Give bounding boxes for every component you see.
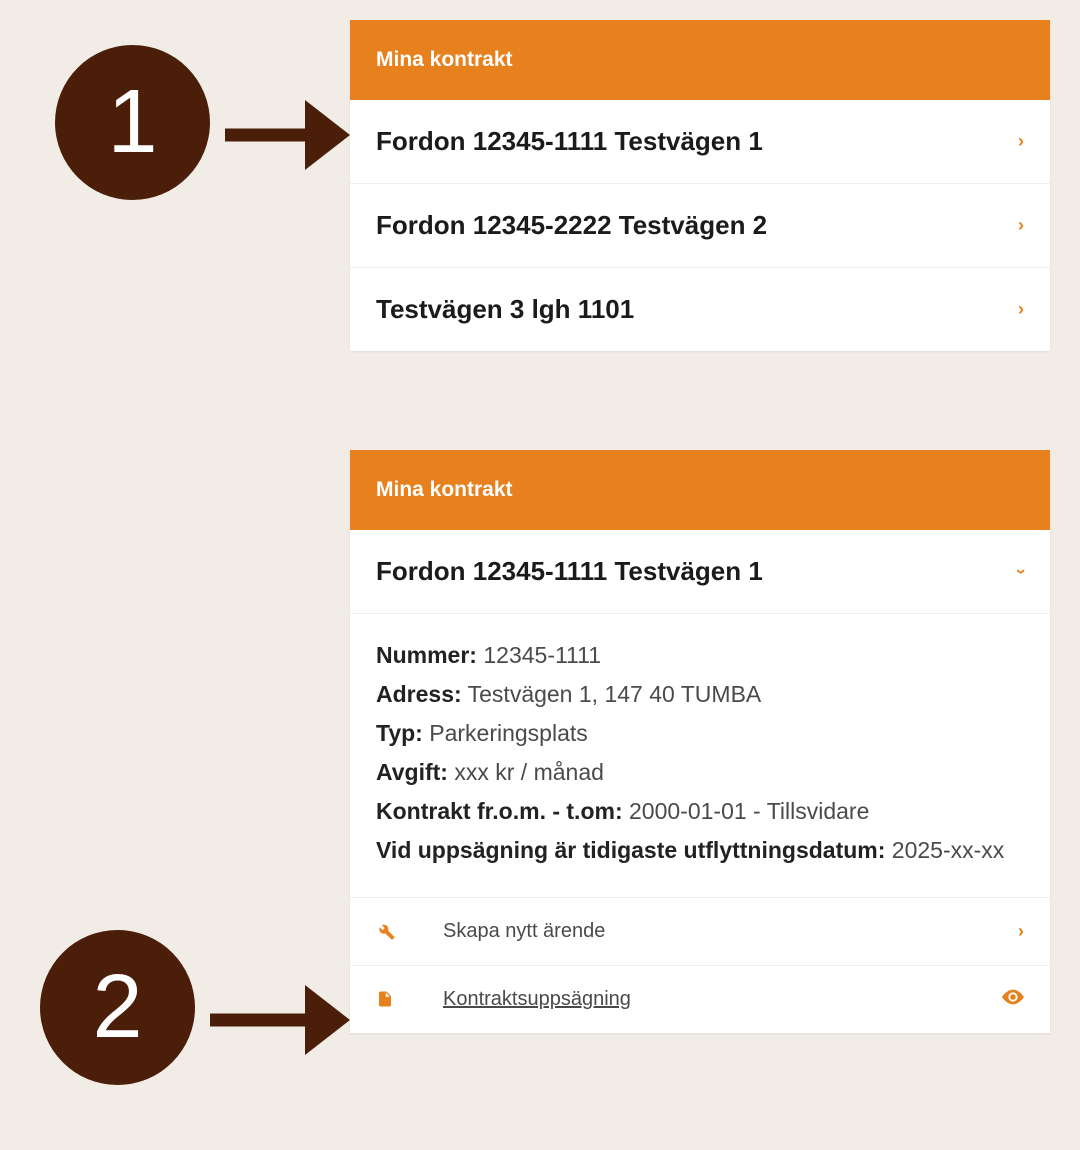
contract-details: Nummer: 12345-1111 Adress: Testvägen 1, …: [350, 614, 1050, 898]
chevron-right-icon: ›: [1018, 299, 1024, 320]
contracts-panel-expanded: Mina kontrakt Fordon 12345-1111 Testväge…: [350, 450, 1050, 1033]
label-kontrakt: Kontrakt fr.o.m. - t.om:: [376, 798, 623, 824]
step-number-1: 1: [107, 71, 157, 174]
chevron-right-icon: ›: [1018, 215, 1024, 236]
contract-label: Testvägen 3 lgh 1101: [376, 294, 634, 325]
detail-row-avgift: Avgift: xxx kr / månad: [376, 753, 1024, 792]
panel-title: Mina kontrakt: [376, 48, 513, 71]
contract-label: Fordon 12345-2222 Testvägen 2: [376, 210, 767, 241]
panel-header: Mina kontrakt: [350, 20, 1050, 100]
label-adress: Adress:: [376, 681, 462, 707]
label-typ: Typ:: [376, 720, 423, 746]
value-avgift: xxx kr / månad: [448, 759, 604, 785]
label-nummer: Nummer:: [376, 642, 477, 668]
contract-title: Fordon 12345-1111 Testvägen 1: [376, 556, 763, 587]
contract-label: Fordon 12345-1111 Testvägen 1: [376, 126, 763, 157]
panel-title: Mina kontrakt: [376, 478, 513, 501]
label-uppsagning: Vid uppsägning är tidigaste utflyttnings…: [376, 837, 885, 863]
step-circle-1: 1: [55, 45, 210, 200]
file-icon: [376, 989, 398, 1009]
chevron-right-icon: ›: [1018, 921, 1024, 942]
label-avgift: Avgift:: [376, 759, 448, 785]
action-label: Skapa nytt ärende: [443, 920, 973, 943]
value-kontrakt: 2000-01-01 - Tillsvidare: [623, 798, 870, 824]
expanded-contract-header[interactable]: Fordon 12345-1111 Testvägen 1 ›: [350, 530, 1050, 614]
contract-item-1[interactable]: Fordon 12345-1111 Testvägen 1 ›: [350, 100, 1050, 184]
step-circle-2: 2: [40, 930, 195, 1085]
value-adress: Testvägen 1, 147 40 TUMBA: [462, 681, 762, 707]
panel-header: Mina kontrakt: [350, 450, 1050, 530]
contracts-panel-collapsed: Mina kontrakt Fordon 12345-1111 Testväge…: [350, 20, 1050, 351]
value-uppsagning: 2025-xx-xx: [885, 837, 1004, 863]
wrench-icon: [376, 921, 398, 941]
detail-row-nummer: Nummer: 12345-1111: [376, 636, 1024, 675]
value-nummer: 12345-1111: [477, 642, 601, 668]
arrow-icon-2: [205, 975, 350, 1070]
contract-item-3[interactable]: Testvägen 3 lgh 1101 ›: [350, 268, 1050, 351]
detail-row-adress: Adress: Testvägen 1, 147 40 TUMBA: [376, 675, 1024, 714]
value-typ: Parkeringsplats: [423, 720, 588, 746]
contract-item-2[interactable]: Fordon 12345-2222 Testvägen 2 ›: [350, 184, 1050, 268]
chevron-right-icon: ›: [1018, 131, 1024, 152]
detail-row-kontrakt: Kontrakt fr.o.m. - t.om: 2000-01-01 - Ti…: [376, 792, 1024, 831]
action-label: Kontraktsuppsägning: [443, 988, 957, 1011]
detail-row-typ: Typ: Parkeringsplats: [376, 714, 1024, 753]
arrow-icon-1: [220, 90, 350, 185]
chevron-down-icon: ›: [1011, 569, 1032, 575]
detail-row-uppsagning: Vid uppsägning är tidigaste utflyttnings…: [376, 831, 1024, 870]
action-kontraktsuppsagning[interactable]: Kontraktsuppsägning: [350, 966, 1050, 1033]
action-skapa-arende[interactable]: Skapa nytt ärende ›: [350, 898, 1050, 966]
step-number-2: 2: [92, 956, 142, 1059]
eye-icon: [1002, 989, 1024, 1010]
